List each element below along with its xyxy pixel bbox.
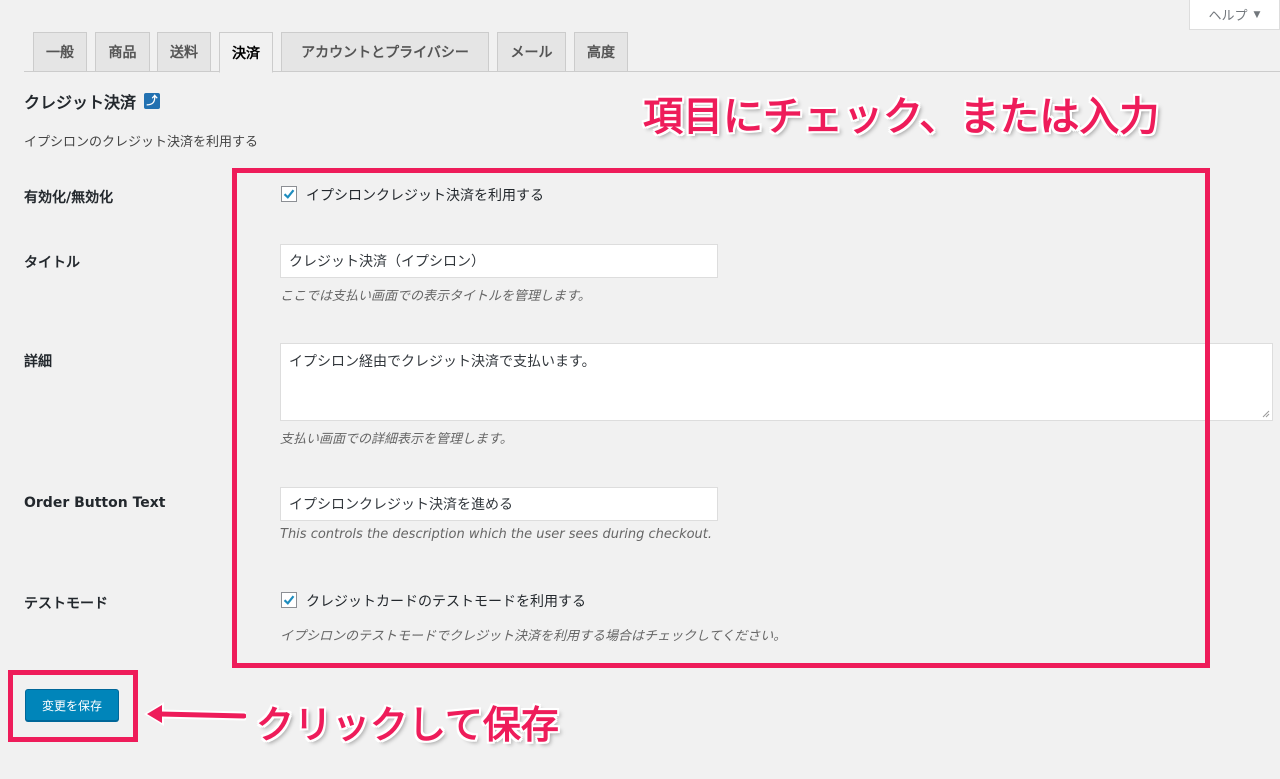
annotation-bottom: クリックして保存	[256, 703, 559, 747]
order-button-label: Order Button Text	[24, 495, 166, 511]
enable-label: 有効化/無効化	[24, 190, 114, 206]
details-label: 詳細	[24, 354, 52, 370]
section-title: クレジット決済 ⤴	[24, 89, 161, 113]
caret-down-icon: ▼	[1253, 9, 1261, 20]
tab-payments[interactable]: 決済	[219, 32, 273, 73]
tab-email[interactable]: メール	[497, 32, 566, 72]
tab-shipping[interactable]: 送料	[157, 32, 211, 72]
up-return-icon[interactable]: ⤴	[144, 93, 161, 109]
settings-tabs: 一般 商品 送料 決済 アカウントとプライバシー メール 高度	[24, 32, 1280, 73]
help-label: ヘルプ	[1208, 9, 1248, 24]
highlight-frame-save	[8, 670, 138, 742]
help-tab[interactable]: ヘルプ ▼	[1189, 0, 1280, 30]
annotation-top: 項目にチェック、または入力	[643, 94, 1160, 140]
test-mode-label: テストモード	[24, 596, 108, 612]
section-title-text: クレジット決済	[24, 93, 137, 112]
highlight-frame-fields	[232, 168, 1210, 668]
resize-grip-icon[interactable]	[1262, 410, 1270, 418]
tab-general[interactable]: 一般	[33, 32, 87, 72]
arrow-left-icon	[144, 702, 246, 726]
title-label: タイトル	[24, 255, 80, 271]
tab-advanced[interactable]: 高度	[574, 32, 628, 72]
tab-accounts-privacy[interactable]: アカウントとプライバシー	[281, 32, 489, 72]
section-description: イプシロンのクレジット決済を利用する	[24, 135, 259, 150]
tab-products[interactable]: 商品	[95, 32, 150, 72]
